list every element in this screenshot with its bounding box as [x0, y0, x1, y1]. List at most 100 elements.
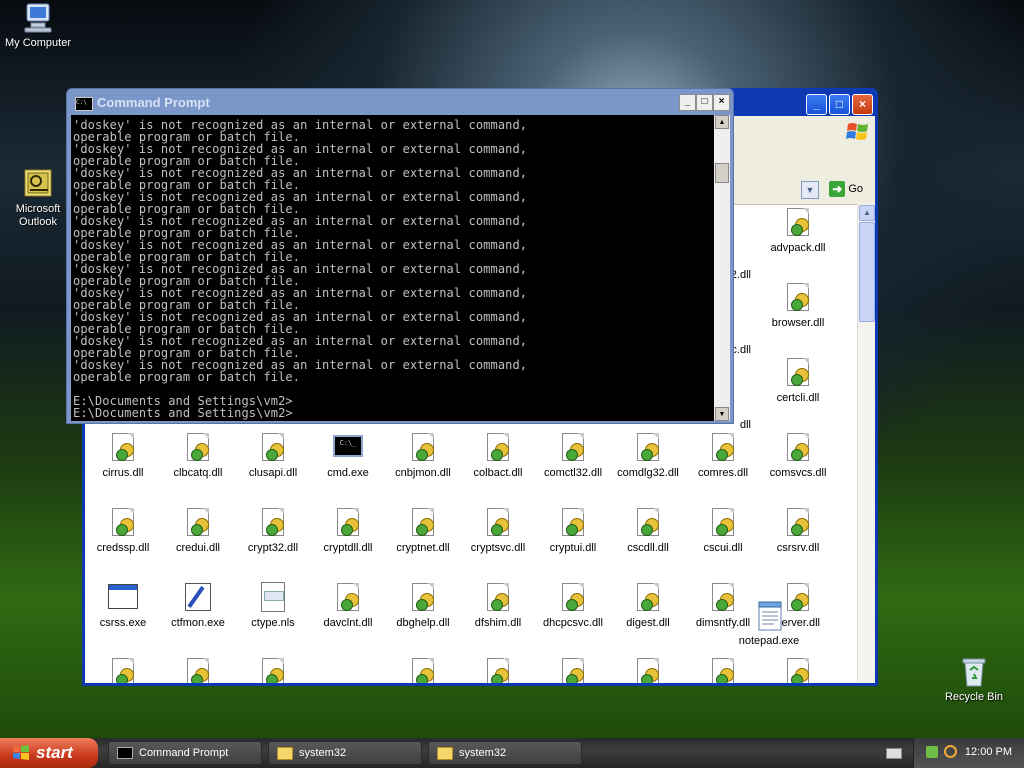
minimize-button[interactable]: _ [806, 94, 827, 115]
close-button[interactable]: × [852, 94, 873, 115]
file-label: dfshim.dll [474, 617, 522, 629]
file-item[interactable] [611, 656, 685, 683]
recycle-bin-icon [957, 656, 991, 688]
dll-file-icon [407, 656, 439, 683]
file-label: advpack.dll [770, 242, 826, 254]
document-icon [257, 581, 289, 613]
go-label: Go [848, 183, 863, 195]
dll-file-icon [182, 431, 214, 463]
file-item[interactable]: colbact.dll [461, 431, 535, 479]
file-item[interactable]: comres.dll [686, 431, 760, 479]
file-item[interactable]: credui.dll [161, 506, 235, 554]
clock[interactable]: 12:00 PM [965, 746, 1012, 758]
cmd-scrollbar[interactable]: ▲ ▼ [714, 115, 730, 421]
file-item[interactable]: dhcpcsvc.dll [536, 581, 610, 629]
file-item[interactable] [236, 656, 310, 683]
file-item[interactable]: digest.dll [611, 581, 685, 629]
console-text: 'doskey' is not recognized as an interna… [73, 118, 528, 420]
dll-file-icon [182, 506, 214, 538]
scroll-down-arrow[interactable]: ▼ [715, 407, 729, 421]
command-prompt-window[interactable]: C:\ Command Prompt _ □ × 'doskey' is not… [66, 88, 734, 424]
file-item[interactable]: cryptdll.dll [311, 506, 385, 554]
explorer-scrollbar[interactable]: ▲ [857, 204, 875, 683]
search-icon[interactable] [944, 745, 957, 758]
file-item[interactable]: ctype.nls [236, 581, 310, 629]
keyboard-icon[interactable] [886, 748, 902, 759]
file-item[interactable]: comdlg32.dll [611, 431, 685, 479]
taskbar-button-command-prompt[interactable]: Command Prompt [108, 741, 262, 765]
file-item[interactable]: cryptui.dll [536, 506, 610, 554]
dll-file-icon [482, 431, 514, 463]
dll-file-icon [557, 431, 589, 463]
file-item[interactable]: browser.dll [761, 281, 835, 329]
scroll-up-arrow[interactable]: ▲ [859, 205, 875, 221]
taskbar: start Command Prompt system32 system32 1… [0, 738, 1024, 768]
taskbar-button-label: Command Prompt [139, 747, 229, 759]
file-item[interactable] [386, 656, 460, 683]
file-label: comctl32.dll [543, 467, 603, 479]
go-button[interactable]: ➜ Go [829, 180, 863, 198]
file-item[interactable]: davclnt.dll [311, 581, 385, 629]
file-item[interactable]: cirrus.dll [86, 431, 160, 479]
file-item[interactable]: certcli.dll [761, 356, 835, 404]
file-item[interactable] [86, 656, 160, 683]
file-item[interactable] [536, 656, 610, 683]
file-item[interactable]: cscui.dll [686, 506, 760, 554]
taskbar-button-system32[interactable]: system32 [268, 741, 422, 765]
desktop-icon-label: Recycle Bin [944, 691, 1004, 703]
file-label: cryptui.dll [549, 542, 597, 554]
cmd-minimize-button[interactable]: _ [679, 94, 696, 111]
dll-file-icon [107, 506, 139, 538]
network-icon[interactable] [926, 746, 938, 758]
file-item[interactable] [761, 656, 835, 683]
file-item[interactable]: dbghelp.dll [386, 581, 460, 629]
file-item[interactable]: ctfmon.exe [161, 581, 235, 629]
dll-file-icon [557, 656, 589, 683]
file-item[interactable]: comsvcs.dll [761, 431, 835, 479]
file-item[interactable]: advpack.dll [761, 206, 835, 254]
file-item[interactable]: comctl32.dll [536, 431, 610, 479]
desktop-icon-my-computer[interactable]: My Computer [0, 2, 78, 50]
file-label: cryptnet.dll [396, 542, 450, 554]
file-item[interactable]: csrss.exe [86, 581, 160, 629]
file-item[interactable]: cryptsvc.dll [461, 506, 535, 554]
cmd-close-button[interactable]: × [713, 94, 730, 111]
scroll-up-arrow[interactable]: ▲ [715, 115, 729, 129]
taskbar-button-system32-2[interactable]: system32 [428, 741, 582, 765]
file-item[interactable] [461, 656, 535, 683]
notepad-label: notepad.exe [738, 635, 800, 647]
file-item[interactable]: dfshim.dll [461, 581, 535, 629]
file-item[interactable]: C:\_ cmd.exe [311, 431, 385, 479]
file-item[interactable]: crypt32.dll [236, 506, 310, 554]
scroll-thumb[interactable] [715, 163, 729, 183]
cmd-maximize-button[interactable]: □ [696, 94, 713, 111]
start-label: start [36, 743, 73, 762]
file-label: credui.dll [175, 542, 221, 554]
file-label: comdlg32.dll [617, 467, 679, 479]
file-label: credssp.dll [96, 542, 150, 554]
file-item[interactable]: credssp.dll [86, 506, 160, 554]
file-item[interactable]: clbcatq.dll [161, 431, 235, 479]
dll-file-icon [707, 656, 739, 683]
file-item[interactable]: clusapi.dll [236, 431, 310, 479]
scroll-thumb[interactable] [859, 222, 875, 322]
file-item[interactable]: cryptnet.dll [386, 506, 460, 554]
console-output[interactable]: 'doskey' is not recognized as an interna… [71, 115, 715, 421]
file-item[interactable] [686, 656, 760, 683]
dll-file-icon [707, 431, 739, 463]
file-item[interactable]: cscdll.dll [611, 506, 685, 554]
file-label: certcli.dll [776, 392, 820, 404]
file-item[interactable] [161, 656, 235, 683]
dll-file-icon [407, 581, 439, 613]
dll-file-icon [632, 656, 664, 683]
chevron-down-icon[interactable]: ▼ [801, 181, 819, 199]
file-item[interactable]: csrsrv.dll [761, 506, 835, 554]
file-item[interactable]: cnbjmon.dll [386, 431, 460, 479]
dll-file-icon [107, 656, 139, 683]
start-button[interactable]: start [0, 738, 98, 768]
file-label: clbcatq.dll [173, 467, 223, 479]
desktop-icon-recycle-bin[interactable]: Recycle Bin [934, 656, 1014, 704]
dll-file-icon [257, 506, 289, 538]
notepad-drag-icon[interactable]: notepad.exe [729, 600, 809, 648]
maximize-button[interactable]: □ [829, 94, 850, 115]
